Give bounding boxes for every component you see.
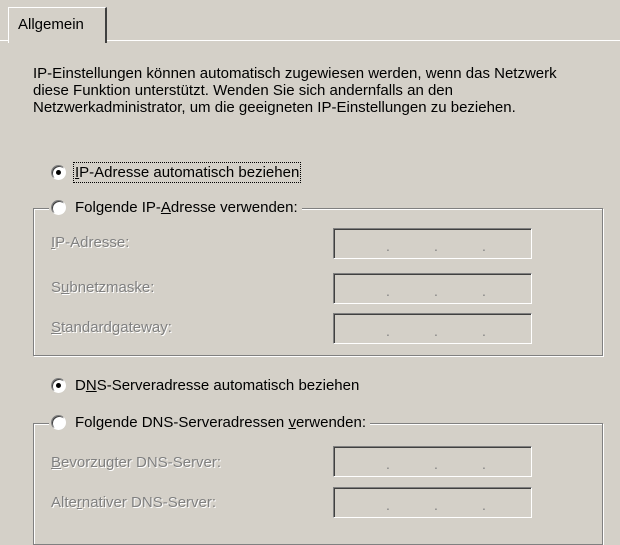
ip-address-field[interactable]: . . . <box>333 228 532 259</box>
subnet-mask-field[interactable]: . . . <box>333 273 532 304</box>
dns-manual-group <box>33 423 603 545</box>
ip-dot: . <box>482 323 486 339</box>
tab-label: Allgemein <box>18 16 84 33</box>
default-gateway-field[interactable]: . . . <box>333 313 532 344</box>
radio-ip-auto[interactable]: IP-Adresse automatisch beziehen <box>51 162 302 183</box>
ip-dot: . <box>482 456 486 472</box>
ip-dot: . <box>386 283 390 299</box>
ip-dot: . <box>434 497 438 513</box>
radio-dns-manual-label: Folgende DNS-Serveradressen verwenden: <box>75 414 366 431</box>
radio-dns-auto-label: DNS-Serveradresse automatisch beziehen <box>75 377 360 394</box>
intro-text: IP-Einstellungen können automatisch zuge… <box>33 65 557 116</box>
tab-allgemein[interactable]: Allgemein <box>8 7 107 43</box>
ip-dot: . <box>434 238 438 254</box>
ip-dot: . <box>434 323 438 339</box>
radio-ip-auto-label: IP-Adresse automatisch beziehen <box>72 162 302 183</box>
ip-address-label: IP-Adresse: <box>51 234 130 251</box>
radio-ip-manual-indicator[interactable] <box>51 200 66 215</box>
radio-ip-manual[interactable]: Folgende IP-Adresse verwenden: <box>49 199 302 216</box>
ip-dot: . <box>434 456 438 472</box>
alternate-dns-label: Alternativer DNS-Server: <box>51 494 217 511</box>
preferred-dns-field[interactable]: . . . <box>333 446 532 477</box>
alternate-dns-field[interactable]: . . . <box>333 487 532 518</box>
preferred-dns-label: Bevorzugter DNS-Server: <box>51 454 222 471</box>
ip-dot: . <box>482 497 486 513</box>
radio-ip-auto-indicator[interactable] <box>51 165 66 180</box>
default-gateway-label: Standardgateway: <box>51 319 172 336</box>
ip-dot: . <box>482 283 486 299</box>
ip-dot: . <box>434 283 438 299</box>
radio-dns-manual[interactable]: Folgende DNS-Serveradressen verwenden: <box>49 414 370 431</box>
subnet-mask-label: Subnetzmaske: <box>51 279 155 296</box>
ip-dot: . <box>386 456 390 472</box>
radio-dns-manual-indicator[interactable] <box>51 415 66 430</box>
ip-dot: . <box>386 497 390 513</box>
radio-ip-manual-label: Folgende IP-Adresse verwenden: <box>75 199 298 216</box>
radio-dns-auto[interactable]: DNS-Serveradresse automatisch beziehen <box>51 377 359 394</box>
ip-dot: . <box>386 238 390 254</box>
radio-dns-auto-indicator[interactable] <box>51 378 66 393</box>
ip-dot: . <box>482 238 486 254</box>
ip-dot: . <box>386 323 390 339</box>
